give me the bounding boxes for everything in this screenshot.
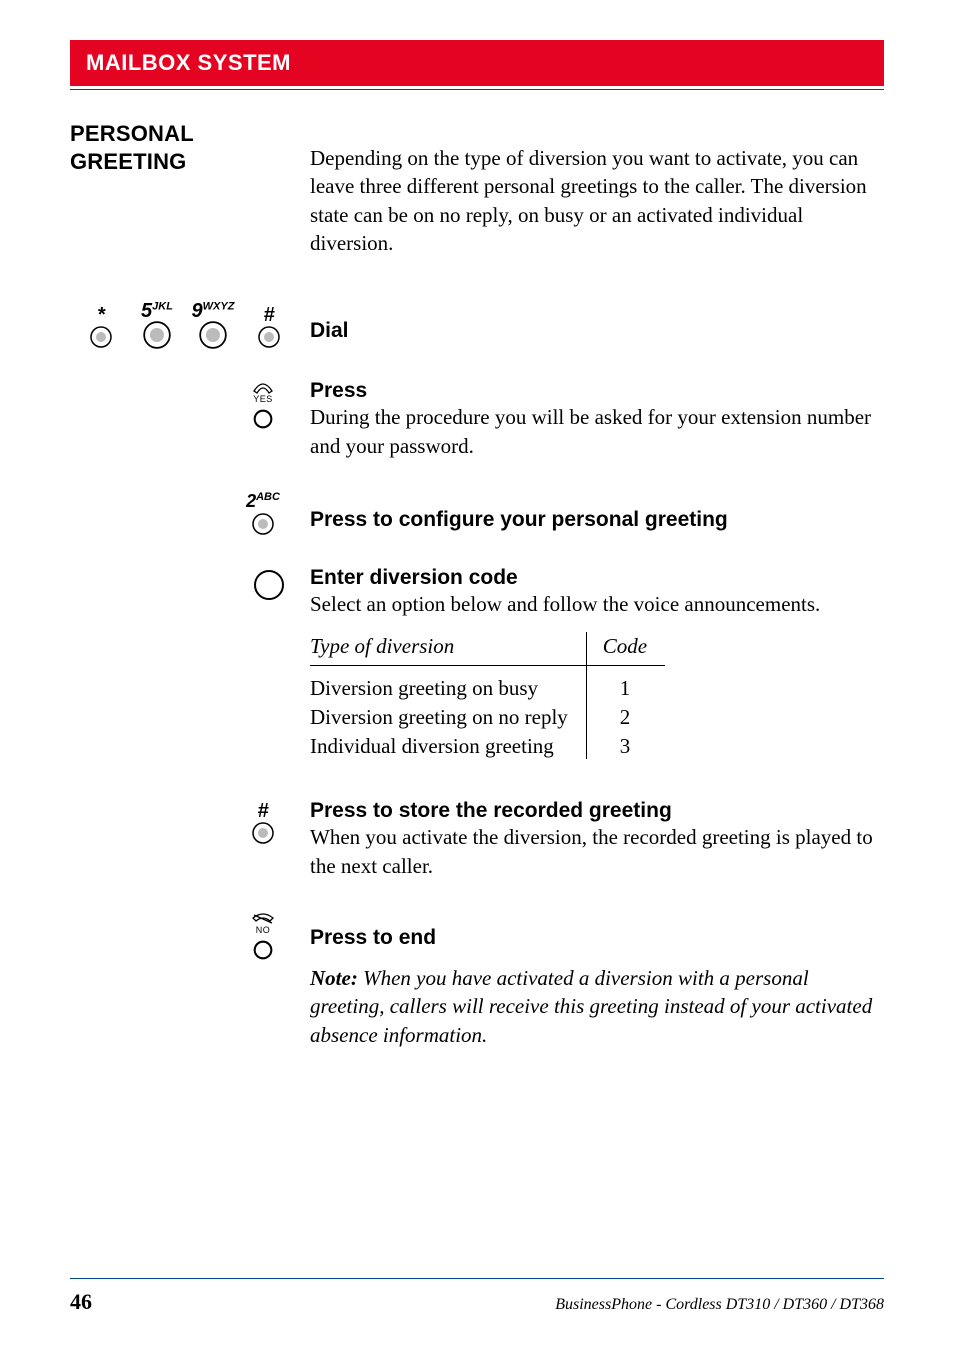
section-heading-line2: GREETING <box>70 149 187 174</box>
key-9-letters: WXYZ <box>203 301 235 313</box>
key-9-digit: 9 <box>192 300 203 322</box>
step-dial-heading: Dial <box>310 319 349 342</box>
key-star: * <box>78 305 124 349</box>
section-heading-line1: PERSONAL <box>70 121 194 146</box>
step-press-yes-body: During the procedure you will be asked f… <box>310 403 884 460</box>
key-star-label: * <box>97 305 105 325</box>
key-9-label: 9WXYZ <box>192 301 235 321</box>
table-header-type: Type of diversion <box>310 632 586 666</box>
key-button-icon <box>257 325 281 349</box>
step-store-heading: Press to store the recorded greeting <box>310 799 884 823</box>
step-end-heading: Press to end <box>310 926 884 950</box>
table-cell-label: Diversion greeting on busy <box>310 666 586 702</box>
key-hash: # <box>246 305 292 349</box>
handset-down-icon <box>251 912 275 926</box>
key-hash-store: # <box>240 801 286 845</box>
step-configure-heading: Press to configure your personal greetin… <box>310 508 728 531</box>
key-button-icon <box>253 409 273 429</box>
section-intro: Depending on the type of diversion you w… <box>310 120 884 257</box>
circle-icon <box>252 568 286 602</box>
footer: 46 BusinessPhone - Cordless DT310 / DT36… <box>70 1278 884 1315</box>
key-9: 9WXYZ <box>190 301 236 349</box>
key-button-icon <box>143 321 171 349</box>
header-rule <box>70 89 884 90</box>
table-cell-label: Diversion greeting on no reply <box>310 701 586 730</box>
key-hash-label: # <box>263 305 274 325</box>
key-2-letters: ABC <box>256 491 280 503</box>
table-cell-label: Individual diversion greeting <box>310 730 586 759</box>
note: Note: When you have activated a diversio… <box>310 964 884 1049</box>
note-body: When you have activated a diversion with… <box>310 966 872 1047</box>
key-yes-label: YES <box>253 395 273 409</box>
step-store-body: When you activate the diversion, the rec… <box>310 823 884 880</box>
key-5-letters: JKL <box>152 301 173 313</box>
key-button-icon <box>251 821 275 845</box>
table-cell-code: 1 <box>586 666 665 702</box>
key-button-icon <box>89 325 113 349</box>
diversion-table: Type of diversion Code Diversion greetin… <box>310 632 665 759</box>
key-yes: YES <box>240 381 286 429</box>
key-button-icon <box>251 512 275 536</box>
key-2: 2ABC <box>240 492 286 536</box>
footer-product: BusinessPhone - Cordless DT310 / DT360 /… <box>555 1296 884 1314</box>
key-2-digit: 2 <box>246 491 256 511</box>
key-2-label: 2ABC <box>246 492 280 512</box>
key-button-icon <box>253 940 273 960</box>
page-number: 46 <box>70 1289 92 1315</box>
table-header-code: Code <box>586 632 665 666</box>
key-hash-store-label: # <box>257 801 268 821</box>
dial-keys: * 5JKL <box>70 299 292 349</box>
header-bar: MAILBOX SYSTEM <box>70 40 884 86</box>
table-cell-code: 2 <box>586 701 665 730</box>
key-5-digit: 5 <box>141 300 152 322</box>
key-no: NO <box>240 912 286 960</box>
table-row: Individual diversion greeting 3 <box>310 730 665 759</box>
table-cell-code: 3 <box>586 730 665 759</box>
table-row: Diversion greeting on busy 1 <box>310 666 665 702</box>
header-title: MAILBOX SYSTEM <box>86 50 291 75</box>
note-prefix: Note: <box>310 966 358 990</box>
key-5: 5JKL <box>134 301 180 349</box>
table-row: Diversion greeting on no reply 2 <box>310 701 665 730</box>
step-enter-code-body: Select an option below and follow the vo… <box>310 590 884 618</box>
table-header-row: Type of diversion Code <box>310 632 665 666</box>
handset-icon <box>252 381 274 395</box>
key-no-label: NO <box>256 926 271 940</box>
key-5-label: 5JKL <box>141 301 173 321</box>
key-button-icon <box>199 321 227 349</box>
section-heading: PERSONAL GREETING <box>70 120 310 175</box>
step-press-yes-heading: Press <box>310 379 884 403</box>
step-enter-code-heading: Enter diversion code <box>310 566 884 590</box>
